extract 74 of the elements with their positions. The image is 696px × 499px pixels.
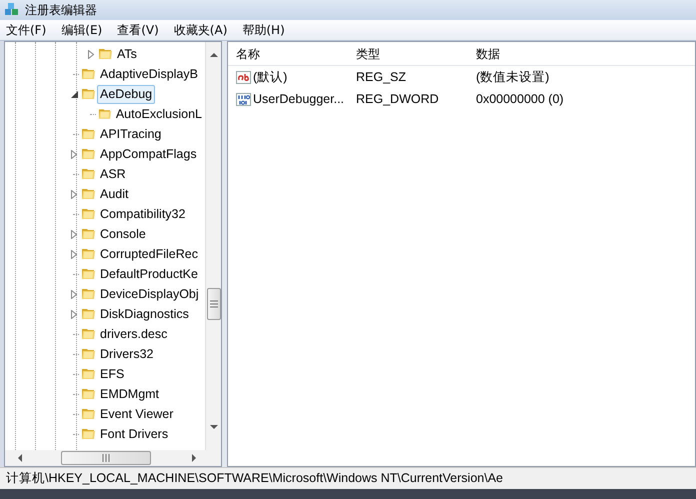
status-bar-path: 计算机\HKEY_LOCAL_MACHINE\SOFTWARE\Microsoft\Windows NT\CurrentVersion\Ae (6, 470, 503, 488)
expand-arrow-icon[interactable] (71, 190, 77, 198)
menu-item[interactable]: 文件(F) (0, 21, 52, 39)
folder-icon (81, 66, 97, 82)
menu-item[interactable]: 收藏夹(A) (168, 21, 234, 39)
menu-item[interactable]: 帮助(H) (236, 21, 291, 39)
expand-arrow-icon[interactable] (88, 50, 94, 58)
tree-item[interactable]: ASR (97, 164, 129, 184)
expand-arrow-icon[interactable] (71, 150, 77, 158)
scroll-thumb[interactable] (61, 451, 151, 465)
folder-icon (81, 86, 97, 102)
folder-icon (81, 406, 97, 422)
tree-item[interactable]: Audit (97, 184, 132, 204)
scroll-right-icon[interactable] (191, 454, 197, 462)
value-data: 0x00000000 (0) (475, 90, 564, 108)
value-name[interactable]: (默认) (253, 68, 288, 86)
folder-icon (81, 126, 97, 142)
column-header[interactable]: 数据 (468, 44, 500, 62)
folder-icon (98, 46, 114, 62)
tree-item[interactable]: EMDMgmt (97, 384, 162, 404)
tree-item[interactable]: AutoExclusionL (112, 104, 205, 124)
folder-icon (81, 206, 97, 222)
tree-item[interactable]: CorruptedFileRec (97, 244, 201, 264)
vertical-scrollbar[interactable] (205, 42, 221, 450)
tree-item[interactable]: drivers.desc (97, 324, 170, 344)
tree-item[interactable]: Compatibility32 (97, 204, 188, 224)
tree-item[interactable]: EFS (97, 364, 128, 384)
registry-icon (4, 2, 20, 18)
binary-value-icon (236, 92, 251, 106)
tree-item[interactable]: ATs (114, 44, 140, 64)
column-header[interactable]: 名称 (228, 44, 348, 62)
tree-item[interactable]: DiskDiagnostics (97, 304, 192, 324)
value-type: REG_DWORD (355, 90, 440, 108)
folder-icon (81, 386, 97, 402)
folder-icon (81, 186, 97, 202)
scroll-down-icon[interactable] (210, 424, 218, 430)
menu-item[interactable]: 编辑(E) (55, 21, 108, 39)
tree-item[interactable]: DeviceDisplayObj (97, 284, 202, 304)
horizontal-scrollbar[interactable] (5, 450, 221, 466)
value-name[interactable]: UserDebugger... (253, 90, 344, 108)
scroll-up-icon[interactable] (210, 52, 218, 58)
folder-icon (81, 246, 97, 262)
tree-item[interactable]: AppCompatFlags (97, 144, 200, 164)
tree-item[interactable]: Console (97, 224, 149, 244)
value-type: REG_SZ (355, 68, 408, 86)
tree-item[interactable]: AeDebug (97, 84, 156, 104)
expand-arrow-icon[interactable] (71, 250, 77, 258)
folder-icon (81, 346, 97, 362)
folder-icon (81, 426, 97, 442)
expand-arrow-icon[interactable] (71, 290, 77, 298)
folder-icon (81, 226, 97, 242)
scroll-thumb[interactable] (206, 288, 220, 320)
folder-icon (81, 366, 97, 382)
window-title: 注册表编辑器 (25, 2, 97, 19)
tree-item[interactable]: AdaptiveDisplayB (97, 64, 201, 84)
folder-icon (81, 286, 97, 302)
folder-icon (81, 266, 97, 282)
tree-item[interactable]: APITracing (97, 124, 164, 144)
tree-item[interactable]: Drivers32 (97, 344, 156, 364)
collapse-arrow-icon[interactable] (70, 90, 78, 98)
string-value-icon (236, 70, 251, 84)
tree-item[interactable]: Event Viewer (97, 404, 176, 424)
tree-item[interactable]: DefaultProductKe (97, 264, 201, 284)
column-header[interactable]: 类型 (348, 44, 468, 62)
scroll-left-icon[interactable] (17, 454, 23, 462)
folder-icon (81, 306, 97, 322)
expand-arrow-icon[interactable] (71, 230, 77, 238)
folder-icon (81, 166, 97, 182)
value-data: (数值未设置) (475, 68, 550, 86)
expand-arrow-icon[interactable] (71, 310, 77, 318)
menu-item[interactable]: 查看(V) (111, 21, 165, 39)
folder-icon (81, 146, 97, 162)
folder-icon (81, 326, 97, 342)
tree-item[interactable]: Font Drivers (97, 424, 172, 444)
